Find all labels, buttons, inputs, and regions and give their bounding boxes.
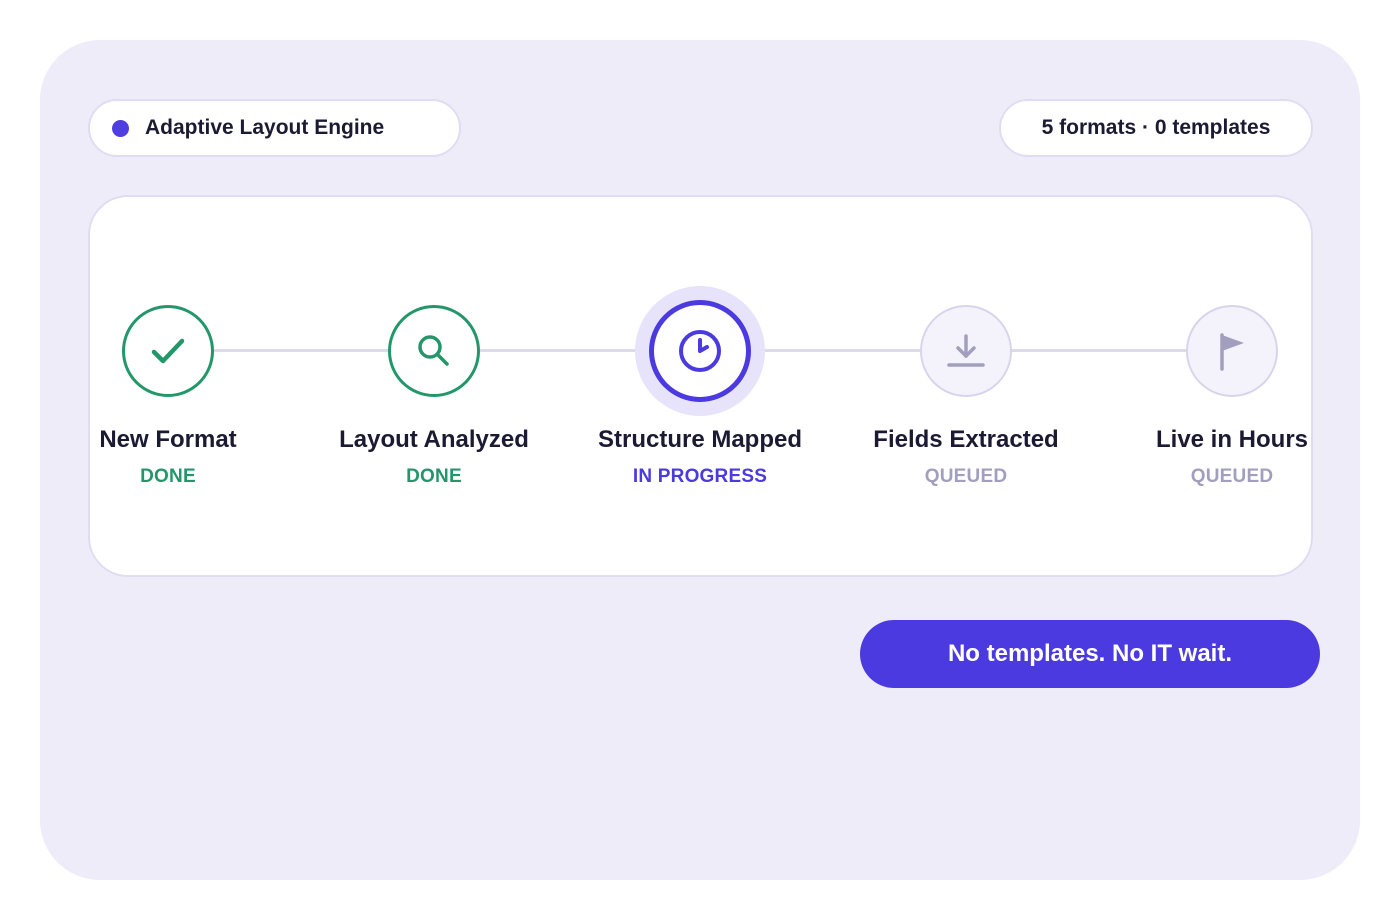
step-title: Fields Extracted xyxy=(873,426,1059,453)
step-title: Structure Mapped xyxy=(597,426,803,453)
check-icon xyxy=(122,305,214,397)
step-title: Live in Hours xyxy=(1155,426,1309,453)
step-title: New Format xyxy=(99,426,237,453)
step-layout-analyzed: Layout Analyzed DONE xyxy=(314,305,554,488)
step-structure-mapped: Structure Mapped IN PROGRESS xyxy=(580,300,820,488)
engine-label: Adaptive Layout Engine xyxy=(145,116,385,139)
pipeline-card: New Format DONE Layout Analyzed DONE Str… xyxy=(88,195,1313,577)
step-status: DONE xyxy=(140,466,196,487)
step-fields-extracted: Fields Extracted QUEUED xyxy=(846,305,1086,488)
stats-badge: 5 formats · 0 templates xyxy=(999,99,1313,157)
search-icon xyxy=(388,305,480,397)
step-new-format: New Format DONE xyxy=(48,305,288,488)
cta-button[interactable]: No templates. No IT wait. xyxy=(860,620,1320,688)
step-status: QUEUED xyxy=(924,466,1008,487)
step-status: QUEUED xyxy=(1190,466,1274,487)
step-live-in-hours: Live in Hours QUEUED xyxy=(1112,305,1352,488)
status-dot-icon xyxy=(112,119,129,137)
download-icon xyxy=(920,305,1012,397)
stats-label: 5 formats · 0 templates xyxy=(1041,116,1271,139)
engine-badge: Adaptive Layout Engine xyxy=(88,99,461,157)
clock-icon xyxy=(649,300,751,402)
step-status: DONE xyxy=(406,466,462,487)
flag-icon xyxy=(1186,305,1278,397)
step-title: Layout Analyzed xyxy=(339,426,529,453)
main-panel: Adaptive Layout Engine 5 formats · 0 tem… xyxy=(40,40,1360,880)
step-status: IN PROGRESS xyxy=(632,466,768,487)
